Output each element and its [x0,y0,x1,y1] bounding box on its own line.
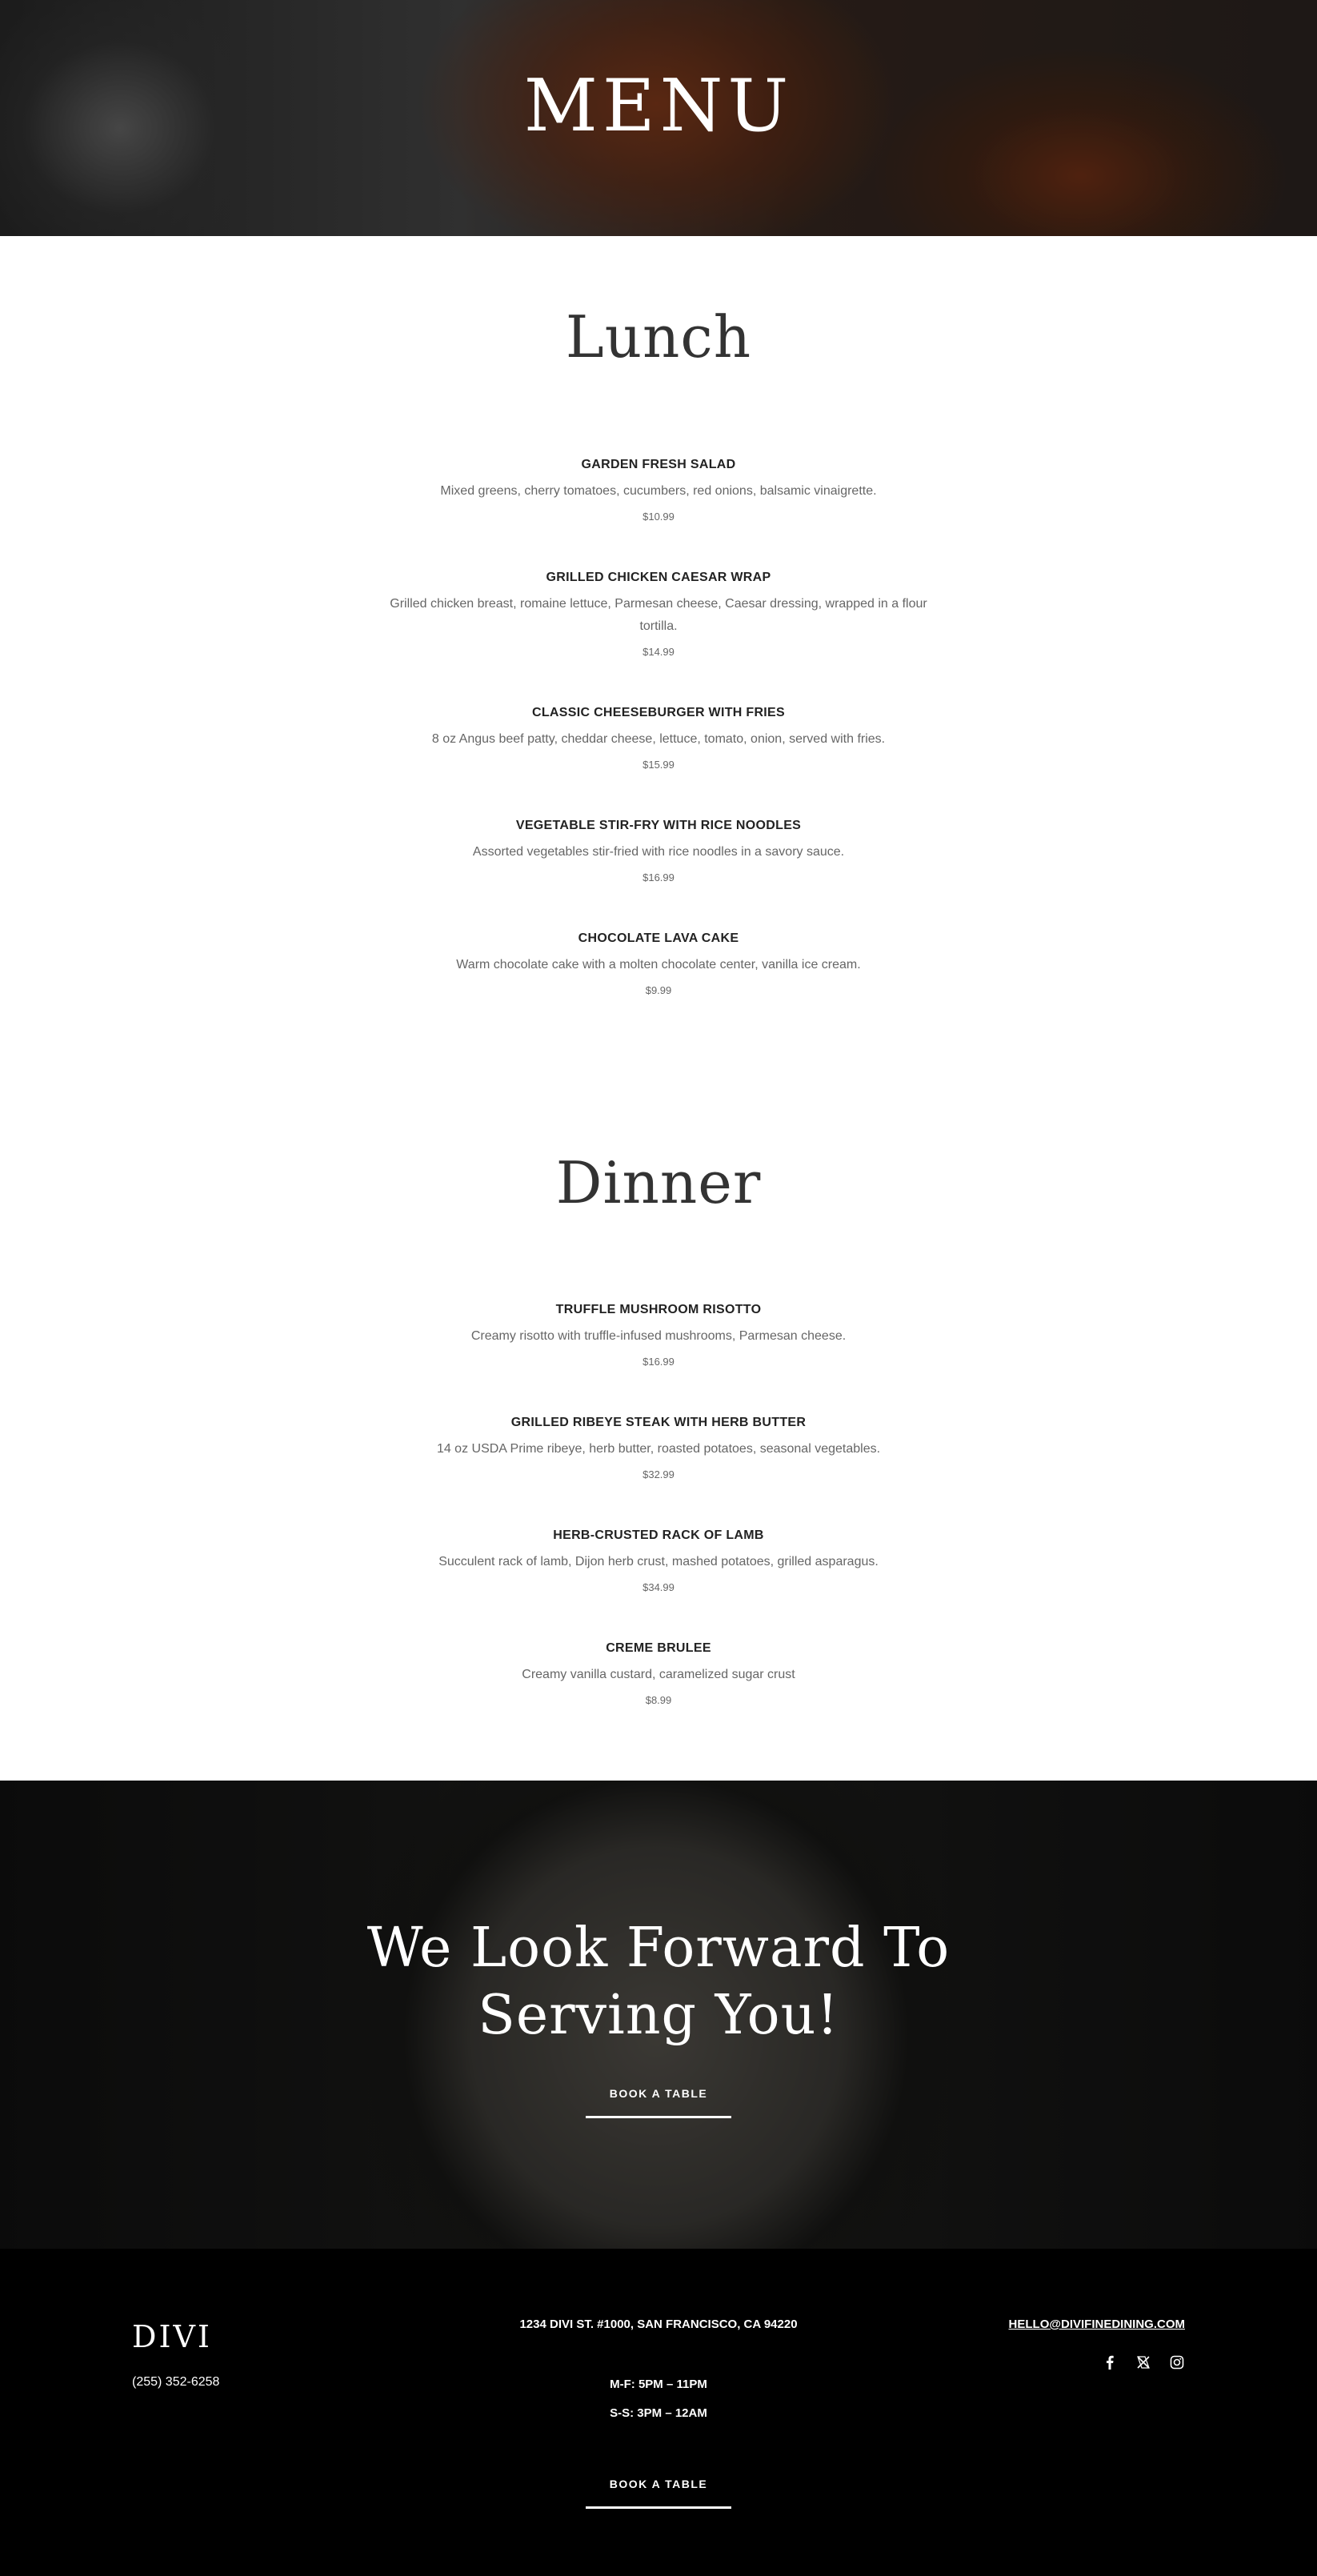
menu-item-price: $16.99 [642,871,675,883]
menu-item: GARDEN FRESH SALAD Mixed greens, cherry … [370,458,947,523]
menu-item-description: 8 oz Angus beef patty, cheddar cheese, l… [431,732,886,746]
menu-item-description: Mixed greens, cherry tomatoes, cucumbers… [440,484,877,498]
dinner-section: Dinner TRUFFLE MUSHROOM RISOTTO Creamy r… [0,1154,1317,1706]
facebook-icon[interactable] [1102,2354,1118,2370]
menu-item-price: $34.99 [642,1581,675,1593]
cta-heading-line2: Serving You! [478,1984,839,2047]
x-icon[interactable] [1135,2354,1151,2370]
menu-item-name: GARDEN FRESH SALAD [581,458,736,471]
menu-item-price: $10.99 [642,511,675,523]
menu-item-name: CREME BRULEE [606,1641,711,1655]
menu-item-name: CHOCOLATE LAVA CAKE [578,931,739,945]
menu-item-name: GRILLED RIBEYE STEAK WITH HERB BUTTER [510,1416,807,1429]
cta-heading: We Look Forward To Serving You! [0,1915,1317,2049]
menu-item-description: Creamy vanilla custard, caramelized suga… [522,1668,795,1681]
hours-weekday: M-F: 5PM – 11PM [610,2378,707,2391]
menu-item: VEGETABLE STIR-FRY WITH RICE NOODLES Ass… [370,819,947,883]
hero-banner: MENU [0,0,1317,236]
lunch-heading: Lunch [565,303,752,371]
hours-weekend: S-S: 3PM – 12AM [610,2406,707,2420]
menu-item-description: Succulent rack of lamb, Dijon herb crust… [438,1555,879,1568]
lunch-section: Lunch GARDEN FRESH SALAD Mixed greens, c… [0,308,1317,996]
menu-item-description: Warm chocolate cake with a molten chocol… [456,958,861,972]
menu-item-name: GRILLED CHICKEN CAESAR WRAP [546,571,771,584]
menu-item-name: VEGETABLE STIR-FRY WITH RICE NOODLES [515,819,802,832]
menu-item-price: $9.99 [645,984,672,996]
cta-heading-line1: We Look Forward To [366,1917,951,1980]
menu-item: CREME BRULEE Creamy vanilla custard, car… [370,1641,947,1706]
page-title: MENU [523,64,794,148]
dinner-heading: Dinner [555,1149,762,1216]
instagram-icon[interactable] [1169,2354,1185,2370]
footer-email-link[interactable]: HELLO@DIVIFINEDINING.COM [1009,2318,1185,2331]
footer-book-table-button[interactable]: BOOK A TABLE [585,2478,732,2509]
menu-item: CHOCOLATE LAVA CAKE Warm chocolate cake … [370,931,947,996]
menu-item: GRILLED CHICKEN CAESAR WRAP Grilled chic… [370,571,947,658]
book-table-button[interactable]: BOOK A TABLE [585,2087,732,2118]
menu-item: CLASSIC CHEESEBURGER WITH FRIES 8 oz Ang… [370,706,947,771]
menu-item: HERB-CRUSTED RACK OF LAMB Succulent rack… [370,1528,947,1593]
menu-item-price: $16.99 [642,1356,675,1368]
menu-item-description: 14 oz USDA Prime ribeye, herb butter, ro… [436,1442,881,1456]
cta-section: We Look Forward To Serving You! BOOK A T… [0,1781,1317,2249]
menu-item-price: $32.99 [642,1468,675,1480]
menu-item-price: $8.99 [645,1694,672,1706]
menu-item-description: Creamy risotto with truffle-infused mush… [470,1329,847,1343]
menu-item-name: HERB-CRUSTED RACK OF LAMB [553,1528,764,1542]
menu-item-name: CLASSIC CHEESEBURGER WITH FRIES [532,706,785,719]
footer: DIVI (255) 352-6258 1234 DIVI ST. #1000,… [0,2249,1317,2576]
menu-item-price: $15.99 [642,759,675,771]
menu-item-name: TRUFFLE MUSHROOM RISOTTO [555,1303,762,1316]
menu-item-description: Assorted vegetables stir-fried with rice… [472,845,845,859]
social-links [1102,2354,1185,2370]
menu-item: TRUFFLE MUSHROOM RISOTTO Creamy risotto … [370,1303,947,1368]
menu-item-price: $14.99 [642,646,675,658]
menu-item-description: Grilled chicken breast, romaine lettuce,… [390,597,927,633]
menu-item: GRILLED RIBEYE STEAK WITH HERB BUTTER 14… [370,1416,947,1480]
footer-hours: M-F: 5PM – 11PM S-S: 3PM – 12AM [0,2370,1317,2428]
